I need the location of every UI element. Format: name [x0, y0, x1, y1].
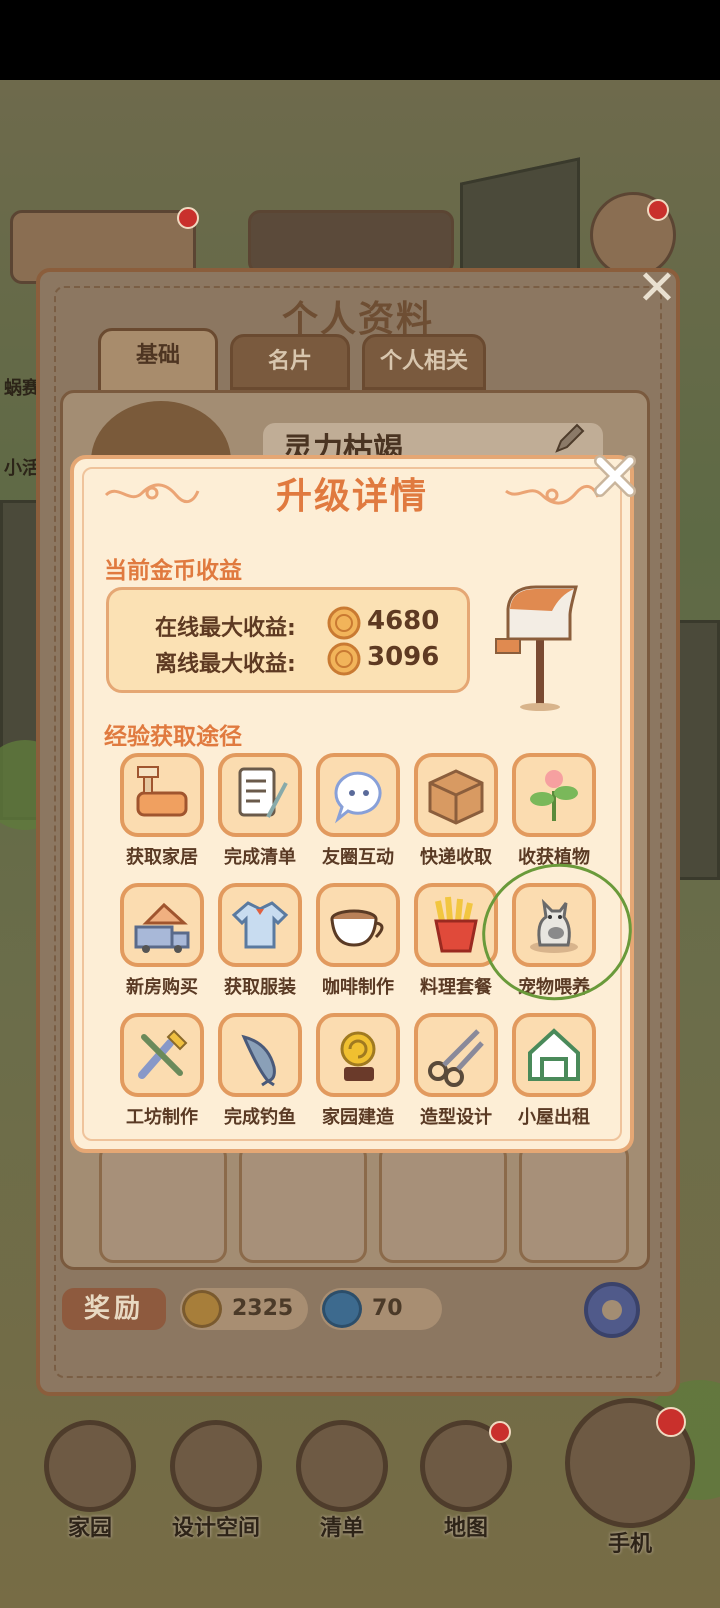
exp-item-8[interactable]: 咖啡制作: [314, 883, 402, 999]
side-label-2: 小活: [4, 458, 40, 479]
exp-item-10[interactable]: 宠物喂养: [510, 883, 598, 999]
exp-item-3[interactable]: 友圈互动: [314, 753, 402, 869]
parcel-icon: [414, 753, 498, 837]
upgrade-details-dialog: 升级详情 当前金币收益 在线最大收益: 4680 离线最大收益: 3096 经验…: [70, 455, 636, 1153]
nav-map[interactable]: 地图: [416, 1420, 516, 1541]
offline-income-label: 离线最大收益:: [155, 652, 296, 677]
exp-item-label: 工坊制作: [126, 1107, 198, 1128]
exp-item-label: 收获植物: [518, 847, 590, 868]
shirt-icon: [218, 883, 302, 967]
online-income-value: 4680: [367, 606, 440, 636]
tab-basic[interactable]: 基础: [98, 328, 218, 398]
exp-item-label: 完成钓鱼: [224, 1107, 296, 1128]
tools-icon: [120, 1013, 204, 1097]
tab-card[interactable]: 名片: [230, 334, 350, 390]
exp-item-13[interactable]: 家园建造: [314, 1013, 402, 1129]
coin-icon: [327, 606, 361, 640]
exp-item-label: 获取家居: [126, 847, 198, 868]
nav-phone[interactable]: 手机: [560, 1398, 700, 1557]
exp-item-14[interactable]: 造型设计: [412, 1013, 500, 1129]
exp-section-title: 经验获取途径: [104, 724, 242, 750]
exp-item-label: 料理套餐: [420, 977, 492, 998]
snail-icon: [316, 1013, 400, 1097]
exp-item-label: 快递收取: [420, 847, 492, 868]
fries-icon: [414, 883, 498, 967]
checklist-icon: [218, 753, 302, 837]
tab-personal[interactable]: 个人相关: [362, 334, 486, 390]
cat-icon: [512, 883, 596, 967]
exp-item-12[interactable]: 完成钓鱼: [216, 1013, 304, 1129]
exp-item-label: 获取服装: [224, 977, 296, 998]
exp-item-label: 造型设计: [420, 1107, 492, 1128]
exp-item-label: 新房购买: [126, 977, 198, 998]
income-box: 在线最大收益: 4680 离线最大收益: 3096: [106, 587, 470, 693]
exp-item-9[interactable]: 料理套餐: [412, 883, 500, 999]
item-card-table[interactable]: [239, 1143, 367, 1263]
reward-gems: 70: [320, 1288, 442, 1330]
exp-item-1[interactable]: 获取家居: [118, 753, 206, 869]
nav-home[interactable]: 家园: [40, 1420, 140, 1541]
house-rent-icon: [512, 1013, 596, 1097]
edit-name-icon[interactable]: [549, 419, 589, 459]
fish-icon: [218, 1013, 302, 1097]
title-swirl-right-icon: [505, 484, 600, 505]
reward-bar: 奖励 2325 70: [60, 1282, 650, 1342]
exp-item-6[interactable]: 新房购买: [118, 883, 206, 999]
coin-section-title: 当前金币收益: [104, 558, 242, 584]
exp-item-label: 完成清单: [224, 847, 296, 868]
mailbox-icon: [495, 585, 578, 711]
moving-truck-icon: [120, 883, 204, 967]
online-income-label: 在线最大收益:: [155, 616, 296, 641]
reward-label: 奖励: [62, 1288, 166, 1330]
exp-item-7[interactable]: 获取服装: [216, 883, 304, 999]
banner-button[interactable]: [248, 210, 454, 274]
chat-bubble-icon: [316, 753, 400, 837]
exp-item-label: 小屋出租: [518, 1107, 590, 1128]
coffee-cup-icon: [316, 883, 400, 967]
scissors-icon: [414, 1013, 498, 1097]
settings-gear-icon[interactable]: [584, 1282, 640, 1338]
item-card-frame[interactable]: [519, 1143, 629, 1263]
side-label-1: 蜗赛: [4, 378, 40, 399]
exp-item-2[interactable]: 完成清单: [216, 753, 304, 869]
exp-item-label: 友圈互动: [322, 847, 394, 868]
offline-income-row: 离线最大收益: 3096: [155, 642, 455, 677]
item-card-lamp[interactable]: [99, 1143, 227, 1263]
online-income-row: 在线最大收益: 4680: [155, 606, 455, 641]
game-screen: 蜗赛 小活 个人资料 ✕ 基础 名片 个人相关 灵力枯竭 奖励 2325 70 …: [0, 0, 720, 1608]
dialog-close-icon[interactable]: [590, 451, 640, 501]
exp-item-label: 家园建造: [322, 1107, 394, 1128]
exp-item-5[interactable]: 收获植物: [510, 753, 598, 869]
gem-icon: [322, 1290, 362, 1328]
profile-close-icon[interactable]: ✕: [634, 264, 680, 314]
exp-item-label: 宠物喂养: [518, 977, 590, 998]
coin-icon: [327, 642, 361, 676]
status-bar: [0, 0, 720, 80]
exp-item-11[interactable]: 工坊制作: [118, 1013, 206, 1129]
coin-icon: [182, 1290, 222, 1328]
exp-item-label: 咖啡制作: [322, 977, 394, 998]
reward-coins: 2325: [180, 1288, 308, 1330]
exp-item-15[interactable]: 小屋出租: [510, 1013, 598, 1129]
furniture-icon: [120, 753, 204, 837]
nav-design-space[interactable]: 设计空间: [166, 1420, 266, 1541]
item-card-pole[interactable]: [379, 1143, 507, 1263]
plant-icon: [512, 753, 596, 837]
exp-item-4[interactable]: 快递收取: [412, 753, 500, 869]
nav-checklist[interactable]: 清单: [292, 1420, 392, 1541]
offline-income-value: 3096: [367, 642, 440, 672]
